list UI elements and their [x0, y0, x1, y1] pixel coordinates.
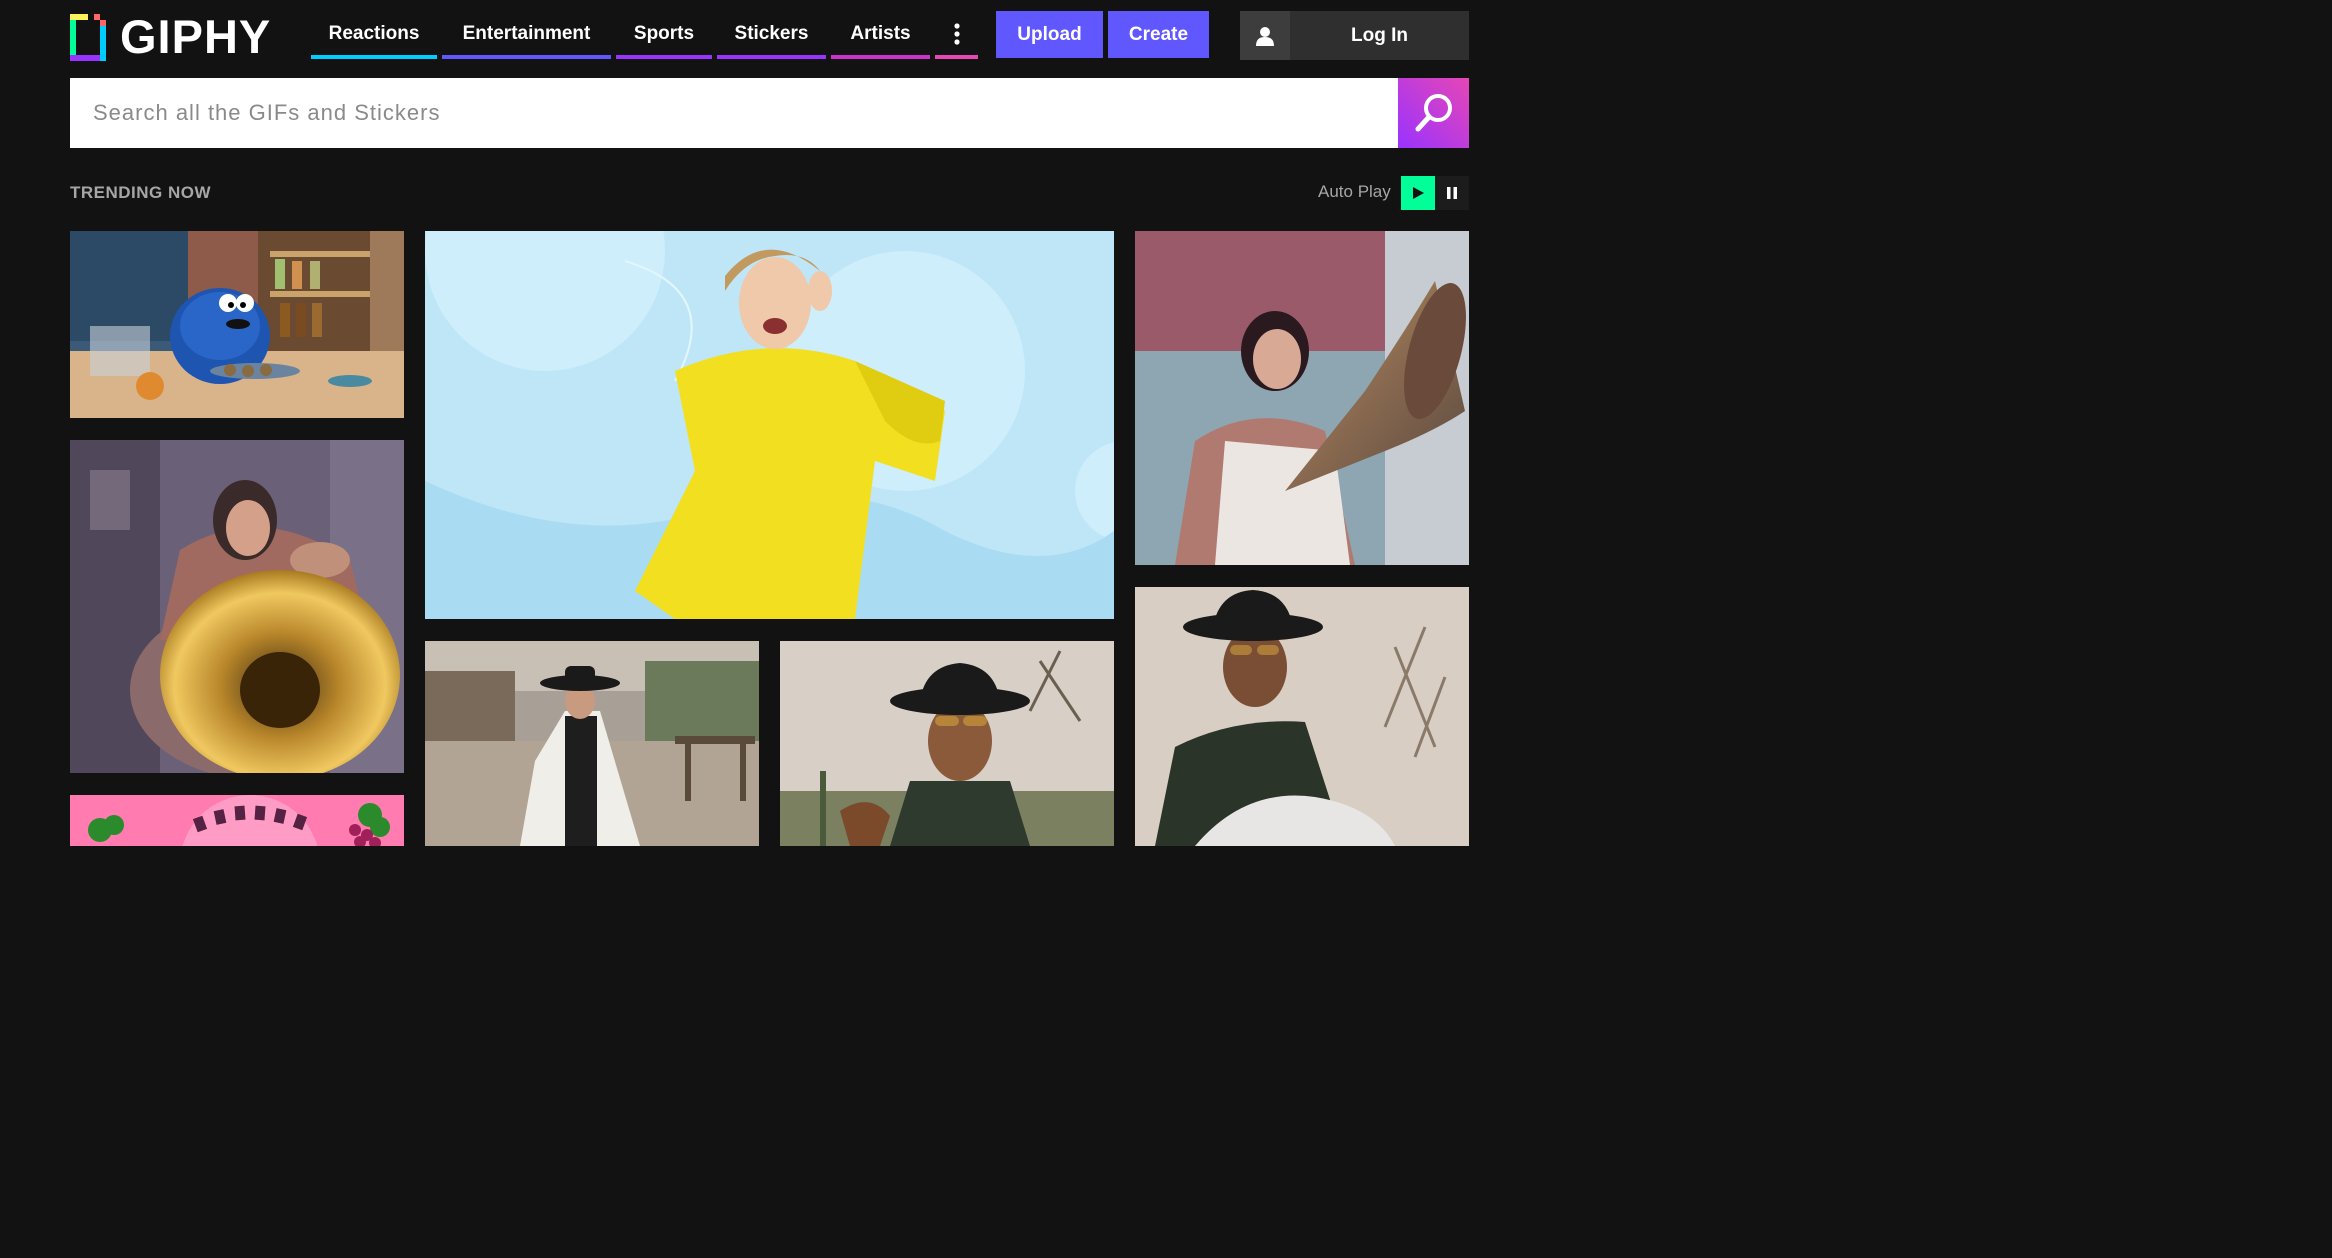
brand-name: GIPHY	[120, 10, 272, 63]
giphy-logo[interactable]: GIPHY	[70, 13, 271, 61]
autoplay-label: Auto Play	[1318, 182, 1391, 201]
gif-tile-gramophone-left[interactable]	[70, 440, 404, 773]
gif-image	[425, 231, 1114, 619]
search-icon	[1415, 94, 1452, 132]
nav-more-button[interactable]	[935, 11, 978, 59]
gif-tile-cowgirl-town[interactable]	[425, 641, 759, 846]
gif-image	[1135, 231, 1469, 565]
gif-image	[70, 795, 404, 846]
autoplay-pause-button[interactable]	[1435, 176, 1469, 210]
giphy-logo-icon	[70, 14, 106, 61]
user-icon-container	[1240, 11, 1290, 60]
upload-button[interactable]: Upload	[996, 11, 1103, 58]
create-button[interactable]: Create	[1108, 11, 1209, 58]
gif-tile-cookie-monster[interactable]	[70, 231, 404, 418]
pause-icon	[1447, 187, 1457, 199]
gif-tile-yellow-hoodie[interactable]	[425, 231, 1114, 619]
vertical-dots-icon	[953, 22, 960, 45]
search-button[interactable]	[1398, 78, 1469, 148]
nav-stickers[interactable]: Stickers	[717, 11, 826, 59]
trending-title: TRENDING NOW	[70, 183, 212, 202]
nav-reactions[interactable]: Reactions	[311, 11, 437, 59]
gif-image	[780, 641, 1114, 846]
play-icon	[1413, 187, 1424, 199]
gif-image	[70, 231, 404, 418]
gif-image	[1135, 587, 1469, 846]
gif-tile-wine-oclock[interactable]	[70, 795, 404, 846]
gif-image	[425, 641, 759, 846]
gif-tile-cowgirl-talking[interactable]	[780, 641, 1114, 846]
search-input[interactable]	[70, 78, 1398, 148]
autoplay-play-button[interactable]	[1401, 176, 1435, 210]
nav-sports[interactable]: Sports	[616, 11, 712, 59]
gif-tile-cowgirl-horse[interactable]	[1135, 587, 1469, 846]
user-icon	[1256, 26, 1274, 46]
login-label: Log In	[1351, 24, 1408, 46]
gif-image	[70, 440, 404, 773]
gif-tile-gramophone-right[interactable]	[1135, 231, 1469, 565]
login-button[interactable]: Log In	[1240, 11, 1469, 60]
nav-entertainment[interactable]: Entertainment	[442, 11, 611, 59]
nav-artists[interactable]: Artists	[831, 11, 930, 59]
